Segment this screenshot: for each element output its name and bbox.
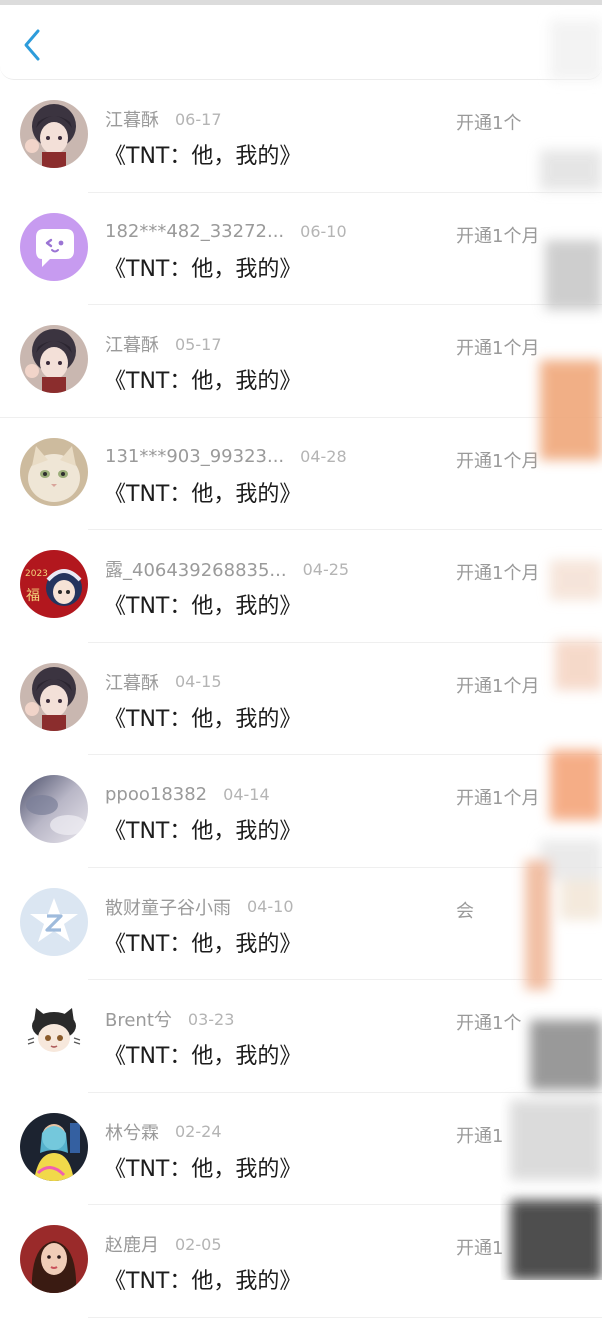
list-item[interactable]: 2023 福 露_406439268835... 04-25 《TNT：他，我的》 开通1… (0, 530, 602, 643)
item-meta: 散财童子谷小雨 04-10 (105, 895, 294, 919)
user-name[interactable]: 131***903_99323... (105, 446, 284, 467)
item-date: 04-15 (175, 672, 222, 691)
book-title: 《TNT：他，我的》 (104, 594, 302, 619)
avatar[interactable] (20, 212, 88, 281)
list-item[interactable]: 182***482_33272... 06-10 《TNT：他，我的》 开通1个月 (0, 193, 602, 305)
avatar[interactable] (20, 1112, 88, 1181)
user-name[interactable]: 林兮霖 (105, 1119, 159, 1145)
avatar[interactable] (20, 1225, 88, 1293)
item-meta: 江暮酥 06-17 (105, 106, 222, 132)
user-name[interactable]: ppoo18382 (105, 784, 207, 805)
item-meta: Brent兮 03-23 (105, 1006, 235, 1032)
list-item[interactable]: 散财童子谷小雨 04-10 《TNT：他，我的》 会 (0, 868, 602, 980)
item-meta: ppoo18382 04-14 (105, 782, 270, 806)
item-meta: 江暮酥 04-15 (105, 670, 222, 694)
back-button[interactable] (14, 25, 54, 65)
item-date: 02-05 (175, 1234, 222, 1254)
user-name[interactable]: 露_406439268835... (105, 556, 287, 582)
item-date: 06-17 (175, 109, 222, 129)
item-date: 04-14 (223, 784, 270, 804)
book-title: 《TNT：他，我的》 (104, 1269, 302, 1294)
list-item[interactable]: 林兮霖 02-24 《TNT：他，我的》 开通1 (0, 1093, 602, 1205)
avatar[interactable] (20, 437, 88, 506)
list-item[interactable]: 江暮酥 04-15 《TNT：他，我的》 开通1个月 (0, 643, 602, 755)
action-text: 开通1 (456, 1125, 504, 1147)
svg-text:2023: 2023 (25, 569, 48, 579)
action-text: 开通1个月 (456, 563, 540, 584)
item-date: 06-10 (300, 222, 347, 241)
user-name[interactable]: 182***482_33272... (105, 221, 284, 242)
avatar[interactable] (20, 1000, 88, 1068)
item-meta: 林兮霖 02-24 (105, 1120, 222, 1144)
action-text: 开通1个月 (456, 788, 540, 809)
user-name[interactable]: Brent兮 (105, 1006, 172, 1032)
item-meta: 江暮酥 05-17 (105, 331, 222, 357)
book-title: 《TNT：他，我的》 (104, 1156, 302, 1182)
action-text: 开通1个月 (456, 225, 540, 247)
item-meta: 182***482_33272... 06-10 (105, 220, 347, 244)
item-date: 04-25 (302, 559, 350, 579)
avatar[interactable] (20, 100, 88, 168)
avatar[interactable] (20, 775, 88, 843)
avatar[interactable] (20, 325, 88, 393)
item-date: 04-28 (300, 447, 347, 466)
divider (88, 1316, 602, 1318)
item-meta: 露_406439268835... 04-25 (105, 556, 350, 582)
book-title: 《TNT：他，我的》 (104, 369, 302, 394)
action-text: 开通1个月 (456, 675, 540, 697)
action-text: 开通1个月 (456, 450, 540, 472)
user-name[interactable]: 江暮酥 (105, 669, 159, 695)
user-name[interactable]: 江暮酥 (105, 331, 159, 357)
svg-text:福: 福 (26, 588, 40, 604)
chevron-left-icon (24, 29, 40, 61)
book-title: 《TNT：他，我的》 (104, 144, 302, 169)
book-title: 《TNT：他，我的》 (104, 256, 302, 282)
book-title: 《TNT：他，我的》 (104, 819, 302, 844)
action-text: 开通1个 (456, 1013, 522, 1034)
book-title: 《TNT：他，我的》 (104, 706, 302, 732)
action-text: 会 (456, 900, 474, 922)
list-item[interactable]: 江暮酥 06-17 《TNT：他，我的》 开通1个 (0, 80, 602, 193)
item-date: 04-10 (247, 897, 294, 916)
nav-header (0, 5, 602, 80)
list-item[interactable]: ppoo18382 04-14 《TNT：他，我的》 开通1个月 (0, 755, 602, 868)
record-list: 江暮酥 06-17 《TNT：他，我的》 开通1个 182***482_33272...… (0, 80, 602, 1318)
list-item[interactable]: Brent兮 03-23 《TNT：他，我的》 开通1个 (0, 980, 602, 1093)
user-name[interactable]: 江暮酥 (105, 106, 159, 132)
list-item[interactable]: 131***903_99323... 04-28 《TNT：他，我的》 开通1个月 (0, 418, 602, 530)
user-name[interactable]: 赵鹿月 (105, 1231, 159, 1257)
book-title: 《TNT：他，我的》 (104, 931, 302, 957)
user-name[interactable]: 散财童子谷小雨 (105, 894, 231, 920)
item-date: 03-23 (187, 1009, 235, 1029)
item-date: 02-24 (175, 1122, 222, 1141)
item-meta: 131***903_99323... 04-28 (105, 445, 347, 469)
book-title: 《TNT：他，我的》 (104, 1044, 302, 1069)
action-text: 开通1个月 (456, 338, 540, 359)
avatar[interactable] (20, 887, 88, 956)
list-item[interactable]: 江暮酥 05-17 《TNT：他，我的》 开通1个月 (0, 305, 602, 418)
item-date: 05-17 (175, 334, 222, 354)
action-text: 开通1 (456, 1238, 504, 1259)
list-item[interactable]: 赵鹿月 02-05 《TNT：他，我的》 开通1 (0, 1205, 602, 1318)
book-title: 《TNT：他，我的》 (104, 481, 302, 507)
action-text: 开通1个 (456, 113, 522, 134)
item-meta: 赵鹿月 02-05 (105, 1231, 222, 1257)
avatar[interactable]: 2023 福 (20, 550, 88, 618)
avatar[interactable] (20, 662, 88, 731)
